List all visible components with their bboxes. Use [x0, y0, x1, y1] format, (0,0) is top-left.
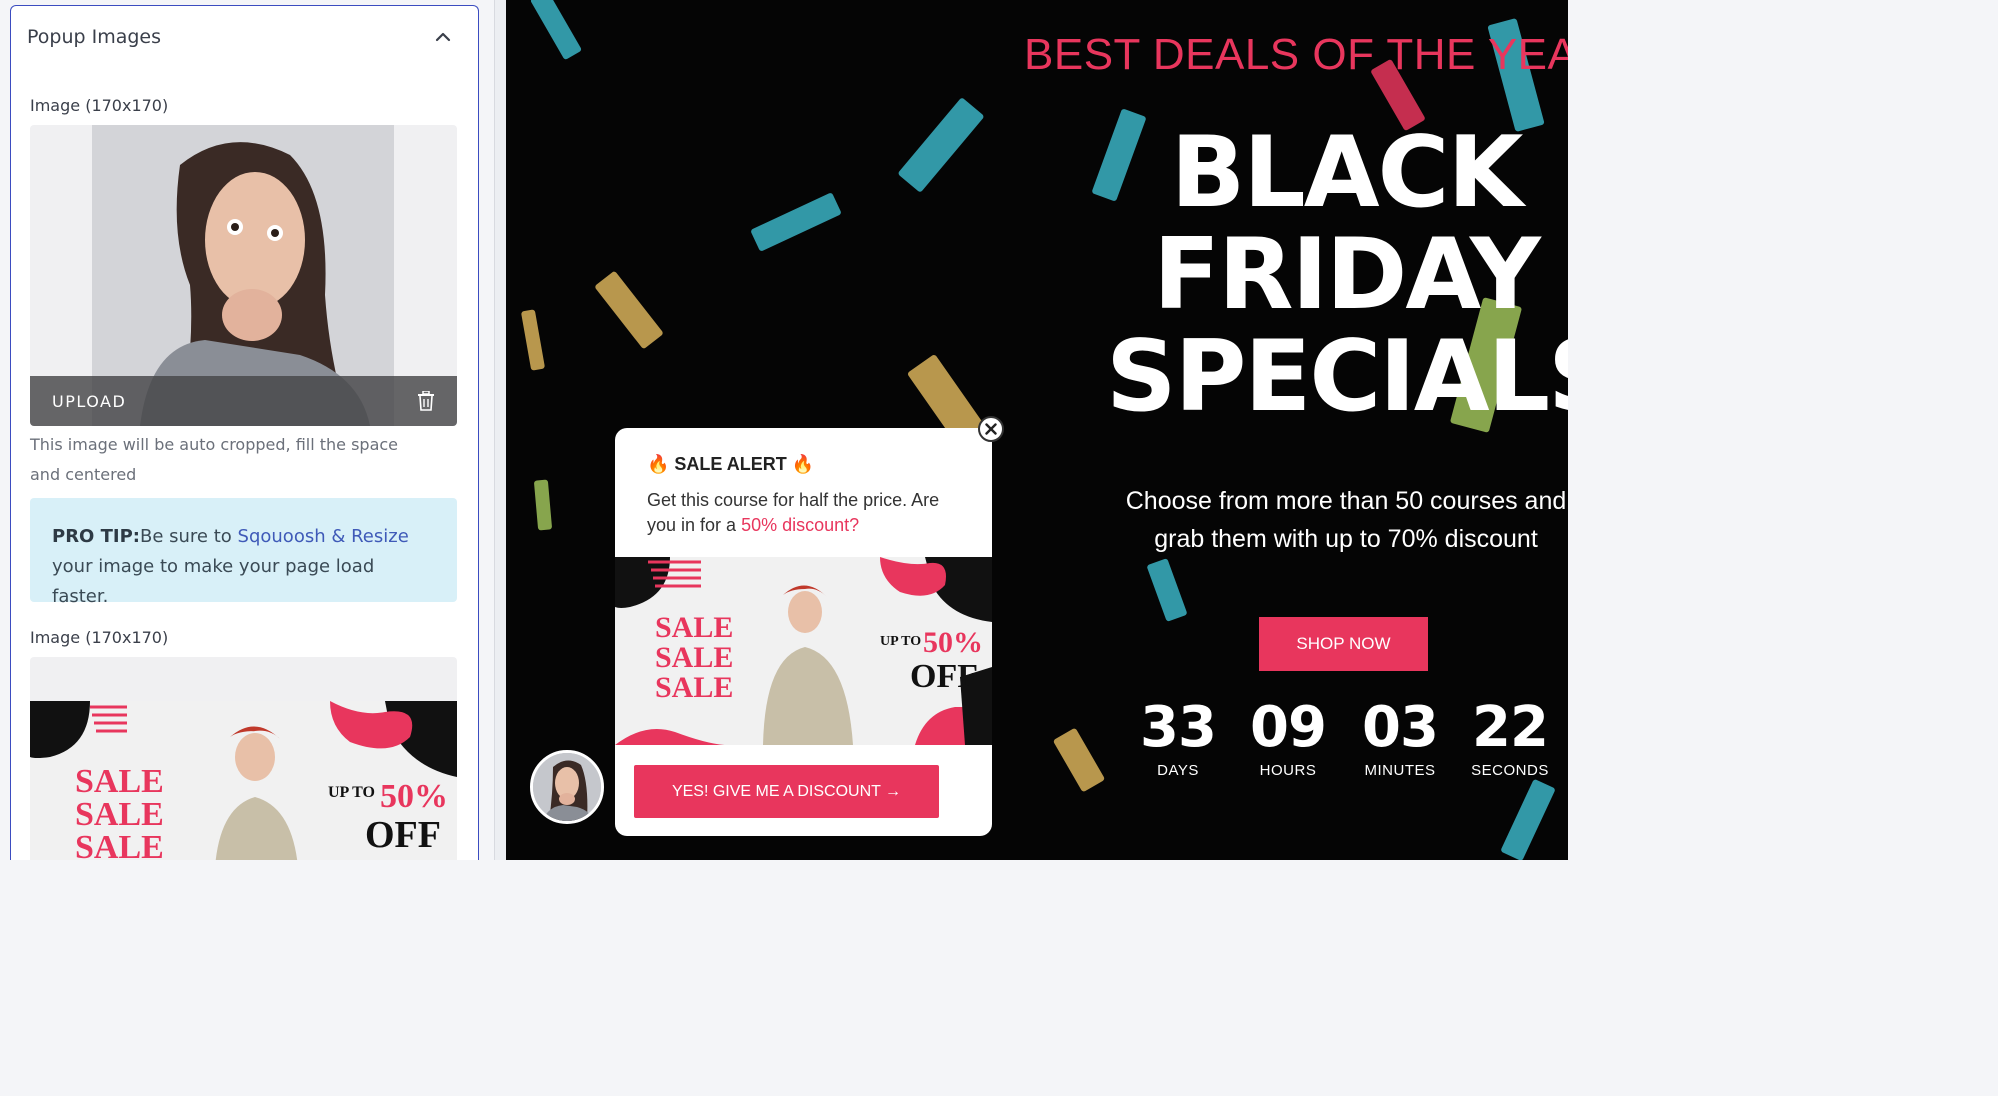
- headline-line-1: BLACK: [1170, 116, 1524, 230]
- image-help-text: This image will be auto cropped, fill th…: [30, 435, 399, 484]
- pro-tip-box: PRO TIP:Be sure to Sqouoosh & Resize you…: [30, 498, 457, 607]
- countdown-hours: 09 HOURS: [1244, 695, 1332, 780]
- countdown-hours-label: HOURS: [1259, 762, 1317, 779]
- countdown-days-label: DAYS: [1157, 762, 1199, 779]
- image2-label: Image (170x170): [30, 628, 169, 647]
- popup-images-panel: Popup Images Image (170x170) UPLOAD This…: [10, 5, 479, 860]
- app-root: Popup Images Image (170x170) UPLOAD This…: [0, 0, 1568, 860]
- popup-avatar: [530, 750, 604, 824]
- sale-popup: 🔥 SALE ALERT 🔥 Get this course for half …: [615, 428, 992, 836]
- popup-sale-text-3: SALE: [655, 671, 733, 704]
- popup-sale-text-1: SALE: [655, 611, 733, 644]
- chevron-up-icon[interactable]: [434, 28, 452, 46]
- panel-header[interactable]: Popup Images: [11, 6, 478, 68]
- banner-sale-text-1: SALE: [75, 763, 164, 800]
- image1-label: Image (170x170): [30, 96, 169, 115]
- subtitle: Choose from more than 50 courses and gra…: [1125, 487, 1567, 553]
- page-preview: BEST DEALS OF THE YEAR E BLACK FRIDAY SP…: [506, 0, 1568, 860]
- popup-sale-banner: SALE SALE SALE UP TO 50% OFF: [615, 557, 992, 745]
- popup-sale-text-2: SALE: [655, 641, 733, 674]
- discount-cta-button[interactable]: YES! GIVE ME A DISCOUNT →: [634, 765, 939, 818]
- confetti-piece: [897, 97, 985, 193]
- trash-icon[interactable]: [417, 391, 435, 411]
- countdown-seconds-label: SECONDS: [1471, 762, 1549, 779]
- headline-line-3: SPECIALS: [1106, 320, 1568, 434]
- popup-body-highlight: 50% discount?: [741, 515, 860, 535]
- countdown-seconds: 22 SECONDS: [1466, 695, 1554, 780]
- confetti-piece: [529, 0, 583, 61]
- panel-title: Popup Images: [27, 26, 162, 48]
- close-icon: [985, 423, 997, 435]
- countdown-hours-value: 09: [1250, 695, 1327, 760]
- banner-upto-text: UP TO: [328, 784, 375, 801]
- popup-title: 🔥 SALE ALERT 🔥: [647, 454, 815, 474]
- pro-tip-text-before: Be sure to: [140, 526, 238, 547]
- best-deals-banner: BEST DEALS OF THE YEAR E: [1024, 30, 1568, 79]
- banner-sale-text-3: SALE: [75, 829, 164, 860]
- pro-tip-label: PRO TIP:: [52, 526, 140, 547]
- countdown-days: 33 DAYS: [1134, 695, 1222, 780]
- headline-line-2: FRIDAY: [1153, 218, 1541, 332]
- shop-now-button[interactable]: SHOP NOW: [1259, 617, 1428, 671]
- countdown-seconds-value: 22: [1472, 695, 1549, 760]
- confetti-piece: [520, 309, 546, 371]
- sale-banner-image: SALE SALE SALE UP TO 50% OFF: [30, 701, 457, 860]
- confetti-piece: [1500, 778, 1556, 860]
- countdown-days-value: 33: [1140, 695, 1217, 760]
- confetti-piece: [1146, 558, 1188, 622]
- confetti-piece: [750, 192, 842, 252]
- countdown-minutes: 03 MINUTES: [1356, 695, 1444, 780]
- panel-divider[interactable]: [494, 0, 506, 860]
- popup-close-button[interactable]: [978, 416, 1004, 442]
- avatar-image: [533, 753, 601, 821]
- image1-preview: UPLOAD: [30, 125, 457, 426]
- confetti-piece: [533, 479, 553, 531]
- upload-button[interactable]: UPLOAD: [52, 392, 126, 411]
- countdown-minutes-value: 03: [1362, 695, 1439, 760]
- countdown-minutes-label: MINUTES: [1364, 762, 1436, 779]
- banner-percent-text: 50%: [380, 778, 448, 815]
- banner-off-text: OFF: [365, 814, 441, 856]
- confetti-piece: [594, 270, 664, 350]
- popup-off-text: OFF: [910, 658, 978, 695]
- headline: BLACK FRIDAY SPECIALS: [1106, 122, 1568, 428]
- confetti-piece: [1052, 727, 1106, 793]
- pro-tip-text-after: your image to make your page load faster…: [52, 556, 375, 607]
- popup-body: Get this course for half the price. Are …: [647, 488, 967, 538]
- image2-preview: SALE SALE SALE UP TO 50% OFF: [30, 657, 457, 860]
- upload-bar: UPLOAD: [30, 376, 457, 426]
- squoosh-link[interactable]: Sqouoosh & Resize: [238, 526, 409, 547]
- banner-sale-text-2: SALE: [75, 796, 164, 833]
- popup-percent-text: 50%: [923, 626, 983, 659]
- popup-upto-text: UP TO: [880, 634, 921, 649]
